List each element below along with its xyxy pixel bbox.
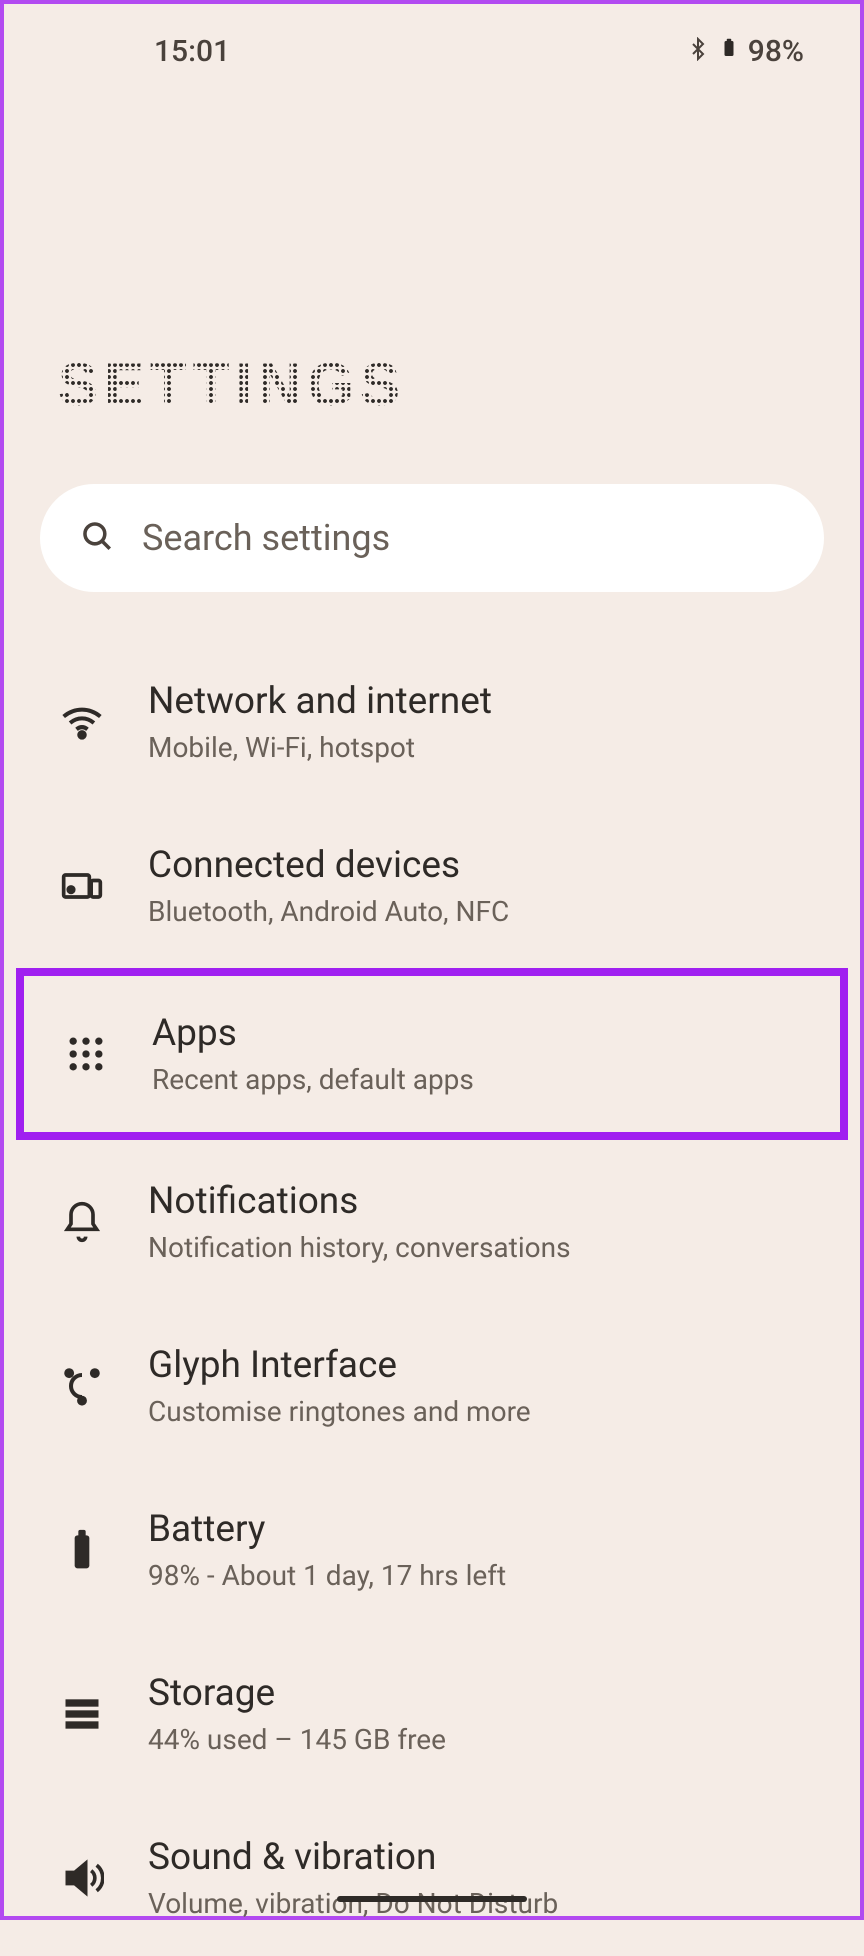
item-subtitle: Mobile, Wi-Fi, hotspot bbox=[148, 731, 492, 764]
setting-item-glyph[interactable]: Glyph Interface Customise ringtones and … bbox=[4, 1304, 860, 1468]
setting-item-storage[interactable]: Storage 44% used – 145 GB free bbox=[4, 1632, 860, 1796]
setting-item-sound[interactable]: Sound & vibration Volume, vibration, Do … bbox=[4, 1796, 860, 1956]
clock: 15:01 bbox=[154, 34, 230, 69]
setting-item-battery[interactable]: Battery 98% - About 1 day, 17 hrs left bbox=[4, 1468, 860, 1632]
nav-indicator[interactable] bbox=[337, 1896, 527, 1902]
page-title: SETTINGS bbox=[58, 350, 860, 424]
battery-icon bbox=[60, 1528, 104, 1572]
item-title: Battery bbox=[148, 1508, 506, 1551]
setting-item-apps[interactable]: Apps Recent apps, default apps bbox=[16, 968, 848, 1140]
bell-icon bbox=[60, 1200, 104, 1244]
storage-icon bbox=[60, 1692, 104, 1736]
glyph-icon bbox=[60, 1364, 104, 1408]
item-subtitle: Notification history, conversations bbox=[148, 1231, 571, 1264]
status-bar: 15:01 98% bbox=[4, 4, 860, 70]
item-title: Apps bbox=[152, 1012, 474, 1055]
search-icon bbox=[80, 519, 114, 557]
item-title: Sound & vibration bbox=[148, 1836, 558, 1879]
status-right: 98% bbox=[686, 32, 804, 70]
item-subtitle: 44% used – 145 GB free bbox=[148, 1723, 446, 1756]
item-subtitle: Volume, vibration, Do Not Disturb bbox=[148, 1887, 558, 1920]
item-title: Notifications bbox=[148, 1180, 571, 1223]
item-title: Connected devices bbox=[148, 844, 509, 887]
item-subtitle: Bluetooth, Android Auto, NFC bbox=[148, 895, 509, 928]
battery-pct: 98% bbox=[748, 34, 804, 69]
settings-list: Network and internet Mobile, Wi-Fi, hots… bbox=[4, 640, 860, 1956]
apps-icon bbox=[64, 1032, 108, 1076]
setting-item-network[interactable]: Network and internet Mobile, Wi-Fi, hots… bbox=[4, 640, 860, 804]
setting-item-connected-devices[interactable]: Connected devices Bluetooth, Android Aut… bbox=[4, 804, 860, 968]
item-title: Glyph Interface bbox=[148, 1344, 531, 1387]
sound-icon bbox=[60, 1856, 104, 1900]
item-title: Network and internet bbox=[148, 680, 492, 723]
search-placeholder: Search settings bbox=[142, 517, 390, 559]
bluetooth-icon bbox=[686, 34, 710, 69]
item-subtitle: 98% - About 1 day, 17 hrs left bbox=[148, 1559, 506, 1592]
wifi-icon bbox=[60, 700, 104, 744]
item-subtitle: Recent apps, default apps bbox=[152, 1063, 474, 1096]
item-title: Storage bbox=[148, 1672, 446, 1715]
devices-icon bbox=[60, 864, 104, 908]
battery-status-icon bbox=[720, 32, 738, 70]
item-subtitle: Customise ringtones and more bbox=[148, 1395, 531, 1428]
setting-item-notifications[interactable]: Notifications Notification history, conv… bbox=[4, 1140, 860, 1304]
search-bar[interactable]: Search settings bbox=[40, 484, 824, 592]
